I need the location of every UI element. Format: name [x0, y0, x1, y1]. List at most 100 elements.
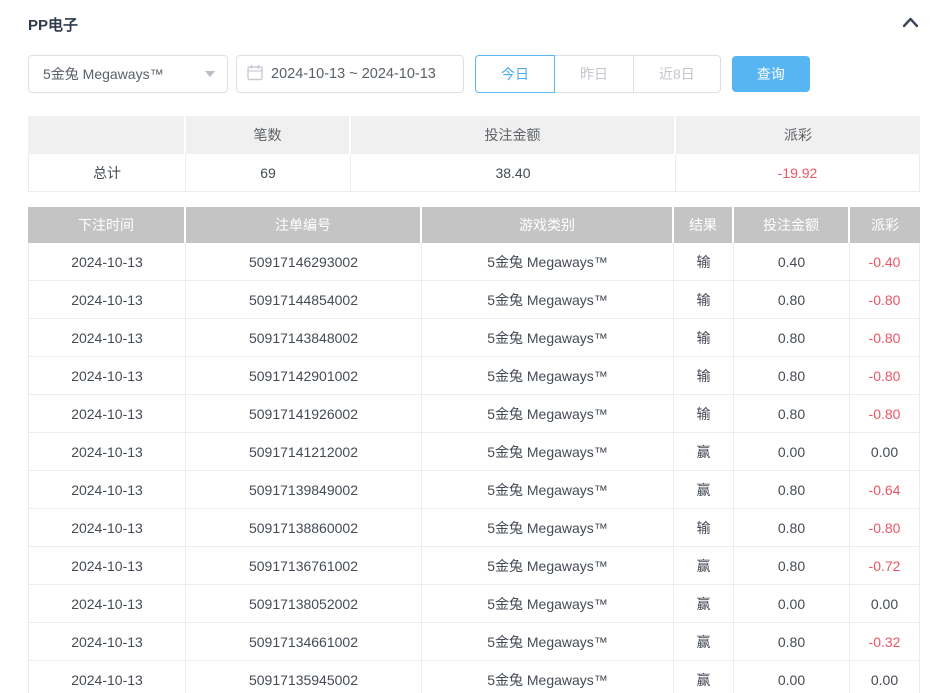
bet-amount-cell: 0.80 [734, 547, 850, 585]
result-cell: 输 [674, 243, 734, 281]
records-tbody: 2024-10-13509171462930025金兔 Megaways™输0.… [28, 243, 920, 693]
records-header-payout: 派彩 [850, 207, 920, 243]
game-type-cell: 5金兔 Megaways™ [422, 509, 674, 547]
result-cell: 赢 [674, 433, 734, 471]
bet-time-cell: 2024-10-13 [28, 433, 186, 471]
summary-bet-amount-cell: 38.40 [351, 154, 676, 192]
table-row: 2024-10-13509171412120025金兔 Megaways™赢0.… [28, 433, 920, 471]
table-row: 2024-10-13509171359450025金兔 Megaways™赢0.… [28, 661, 920, 693]
bet-time-cell: 2024-10-13 [28, 547, 186, 585]
bet-time-cell: 2024-10-13 [28, 509, 186, 547]
table-row: 2024-10-13509171367610025金兔 Megaways™赢0.… [28, 547, 920, 585]
payout-cell: -0.40 [850, 243, 920, 281]
table-row: 2024-10-13509171380520025金兔 Megaways™赢0.… [28, 585, 920, 623]
bet-amount-cell: 0.80 [734, 319, 850, 357]
date-range-input[interactable]: 2024-10-13 ~ 2024-10-13 [236, 55, 464, 93]
order-id-cell: 50917139849002 [186, 471, 422, 509]
game-type-cell: 5金兔 Megaways™ [422, 395, 674, 433]
game-type-cell: 5金兔 Megaways™ [422, 319, 674, 357]
table-row: 2024-10-13509171398490025金兔 Megaways™赢0.… [28, 471, 920, 509]
bet-time-cell: 2024-10-13 [28, 357, 186, 395]
game-type-cell: 5金兔 Megaways™ [422, 433, 674, 471]
game-type-cell: 5金兔 Megaways™ [422, 281, 674, 319]
summary-total-row: 总计 69 38.40 -19.92 [28, 154, 920, 192]
game-type-cell: 5金兔 Megaways™ [422, 623, 674, 661]
game-select[interactable]: 5金兔 Megaways™ [28, 55, 228, 93]
result-cell: 输 [674, 319, 734, 357]
bet-time-cell: 2024-10-13 [28, 395, 186, 433]
payout-cell: -0.64 [850, 471, 920, 509]
game-type-cell: 5金兔 Megaways™ [422, 243, 674, 281]
records-header-order-id: 注单编号 [186, 207, 422, 243]
panel-header: PP电子 [28, 14, 920, 35]
bet-amount-cell: 0.80 [734, 281, 850, 319]
table-row: 2024-10-13509171388600025金兔 Megaways™输0.… [28, 509, 920, 547]
bet-time-cell: 2024-10-13 [28, 585, 186, 623]
order-id-cell: 50917142901002 [186, 357, 422, 395]
payout-cell: 0.00 [850, 433, 920, 471]
bet-time-cell: 2024-10-13 [28, 661, 186, 693]
bet-amount-cell: 0.00 [734, 433, 850, 471]
game-type-cell: 5金兔 Megaways™ [422, 585, 674, 623]
records-table: 下注时间 注单编号 游戏类别 结果 投注金额 派彩 2024-10-135091… [28, 207, 920, 693]
order-id-cell: 50917141926002 [186, 395, 422, 433]
result-cell: 输 [674, 281, 734, 319]
order-id-cell: 50917135945002 [186, 661, 422, 693]
panel-title: PP电子 [28, 14, 78, 35]
summary-header-count: 笔数 [186, 116, 351, 154]
records-table-header: 下注时间 注单编号 游戏类别 结果 投注金额 派彩 [28, 207, 920, 243]
summary-count-cell: 69 [186, 154, 351, 192]
bet-time-cell: 2024-10-13 [28, 243, 186, 281]
summary-table: 笔数 投注金额 派彩 总计 69 38.40 -19.92 [28, 116, 920, 192]
bet-amount-cell: 0.80 [734, 623, 850, 661]
records-header-game-type: 游戏类别 [422, 207, 674, 243]
bet-amount-cell: 0.80 [734, 395, 850, 433]
result-cell: 赢 [674, 661, 734, 693]
bet-time-cell: 2024-10-13 [28, 623, 186, 661]
table-row: 2024-10-13509171438480025金兔 Megaways™输0.… [28, 319, 920, 357]
bet-amount-cell: 0.80 [734, 509, 850, 547]
records-header-bet-time: 下注时间 [28, 207, 186, 243]
summary-payout-cell: -19.92 [676, 154, 920, 192]
calendar-icon [247, 64, 271, 85]
game-type-cell: 5金兔 Megaways™ [422, 661, 674, 693]
game-type-cell: 5金兔 Megaways™ [422, 357, 674, 395]
payout-cell: -0.80 [850, 395, 920, 433]
bet-amount-cell: 0.00 [734, 661, 850, 693]
order-id-cell: 50917134661002 [186, 623, 422, 661]
result-cell: 输 [674, 395, 734, 433]
today-button[interactable]: 今日 [475, 55, 555, 93]
result-cell: 赢 [674, 585, 734, 623]
bet-time-cell: 2024-10-13 [28, 319, 186, 357]
payout-cell: 0.00 [850, 661, 920, 693]
table-row: 2024-10-13509171448540025金兔 Megaways™输0.… [28, 281, 920, 319]
pp-games-panel: PP电子 5金兔 Megaways™ 2024-10- [0, 0, 948, 693]
bet-time-cell: 2024-10-13 [28, 471, 186, 509]
last-8-days-button[interactable]: 近8日 [633, 55, 721, 93]
records-header-bet-amount: 投注金额 [734, 207, 850, 243]
result-cell: 输 [674, 357, 734, 395]
result-cell: 赢 [674, 623, 734, 661]
yesterday-button[interactable]: 昨日 [554, 55, 634, 93]
summary-header-blank [28, 116, 186, 154]
payout-cell: -0.80 [850, 509, 920, 547]
summary-total-label: 总计 [28, 154, 186, 192]
quick-date-button-group: 今日 昨日 近8日 [475, 55, 721, 93]
payout-cell: -0.80 [850, 357, 920, 395]
result-cell: 赢 [674, 471, 734, 509]
bet-time-cell: 2024-10-13 [28, 281, 186, 319]
order-id-cell: 50917136761002 [186, 547, 422, 585]
query-button[interactable]: 查询 [732, 56, 810, 92]
order-id-cell: 50917138860002 [186, 509, 422, 547]
records-header-result: 结果 [674, 207, 734, 243]
table-row: 2024-10-13509171462930025金兔 Megaways™输0.… [28, 243, 920, 281]
payout-cell: -0.72 [850, 547, 920, 585]
game-type-cell: 5金兔 Megaways™ [422, 547, 674, 585]
table-row: 2024-10-13509171346610025金兔 Megaways™赢0.… [28, 623, 920, 661]
bet-amount-cell: 0.40 [734, 243, 850, 281]
summary-header-payout: 派彩 [676, 116, 920, 154]
bet-amount-cell: 0.00 [734, 585, 850, 623]
bet-amount-cell: 0.80 [734, 471, 850, 509]
filter-controls: 5金兔 Megaways™ 2024-10-13 ~ 2024-10-13 今日… [28, 55, 920, 93]
collapse-button[interactable] [901, 15, 920, 34]
